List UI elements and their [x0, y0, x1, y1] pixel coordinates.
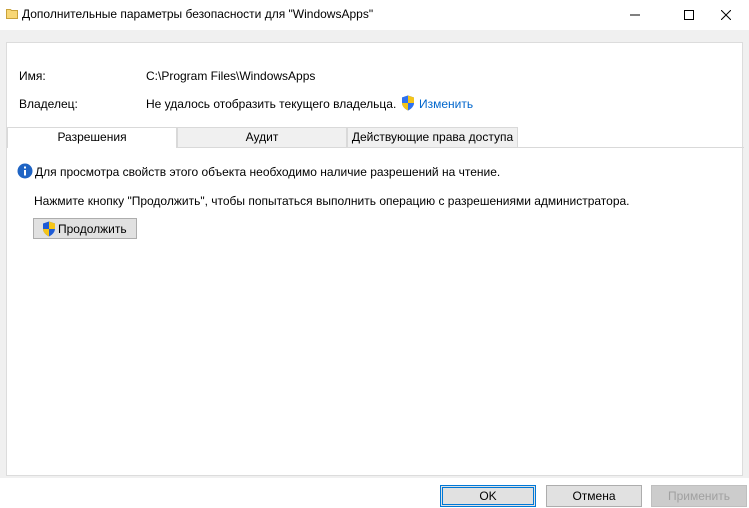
tab-audit[interactable]: Аудит: [177, 127, 347, 147]
continue-instruction: Нажмите кнопку "Продолжить", чтобы попыт…: [34, 194, 630, 208]
tab-strip: Разрешения Аудит Действующие права досту…: [7, 127, 744, 148]
uac-shield-icon: [43, 221, 55, 236]
cancel-button[interactable]: Отмена: [546, 485, 642, 507]
apply-button[interactable]: Применить: [651, 485, 747, 507]
minimize-icon: [630, 14, 640, 16]
continue-button[interactable]: Продолжить: [33, 218, 137, 239]
dialog-body: Имя: C:\Program Files\WindowsApps Владел…: [0, 30, 749, 478]
change-owner-link[interactable]: Изменить: [419, 97, 473, 111]
close-button[interactable]: [703, 0, 749, 30]
info-message: Для просмотра свойств этого объекта необ…: [35, 165, 501, 179]
tab-effective-access[interactable]: Действующие права доступа: [347, 127, 518, 147]
close-icon: [721, 10, 731, 20]
continue-button-label: Продолжить: [58, 221, 127, 236]
title-bar[interactable]: Дополнительные параметры безопасности дл…: [0, 0, 749, 30]
info-icon: [17, 163, 33, 179]
name-value: C:\Program Files\WindowsApps: [146, 69, 316, 83]
window-title: Дополнительные параметры безопасности дл…: [22, 7, 374, 21]
ok-button[interactable]: OK: [440, 485, 536, 507]
uac-shield-icon: [402, 95, 414, 111]
owner-label: Владелец:: [19, 97, 78, 111]
minimize-button[interactable]: [612, 0, 658, 30]
name-label: Имя:: [19, 69, 46, 83]
folder-icon: [6, 9, 18, 19]
main-panel: Имя: C:\Program Files\WindowsApps Владел…: [6, 42, 744, 476]
owner-value: Не удалось отобразить текущего владельца…: [146, 97, 397, 111]
maximize-icon: [684, 10, 694, 20]
tab-permissions[interactable]: Разрешения: [7, 127, 177, 148]
